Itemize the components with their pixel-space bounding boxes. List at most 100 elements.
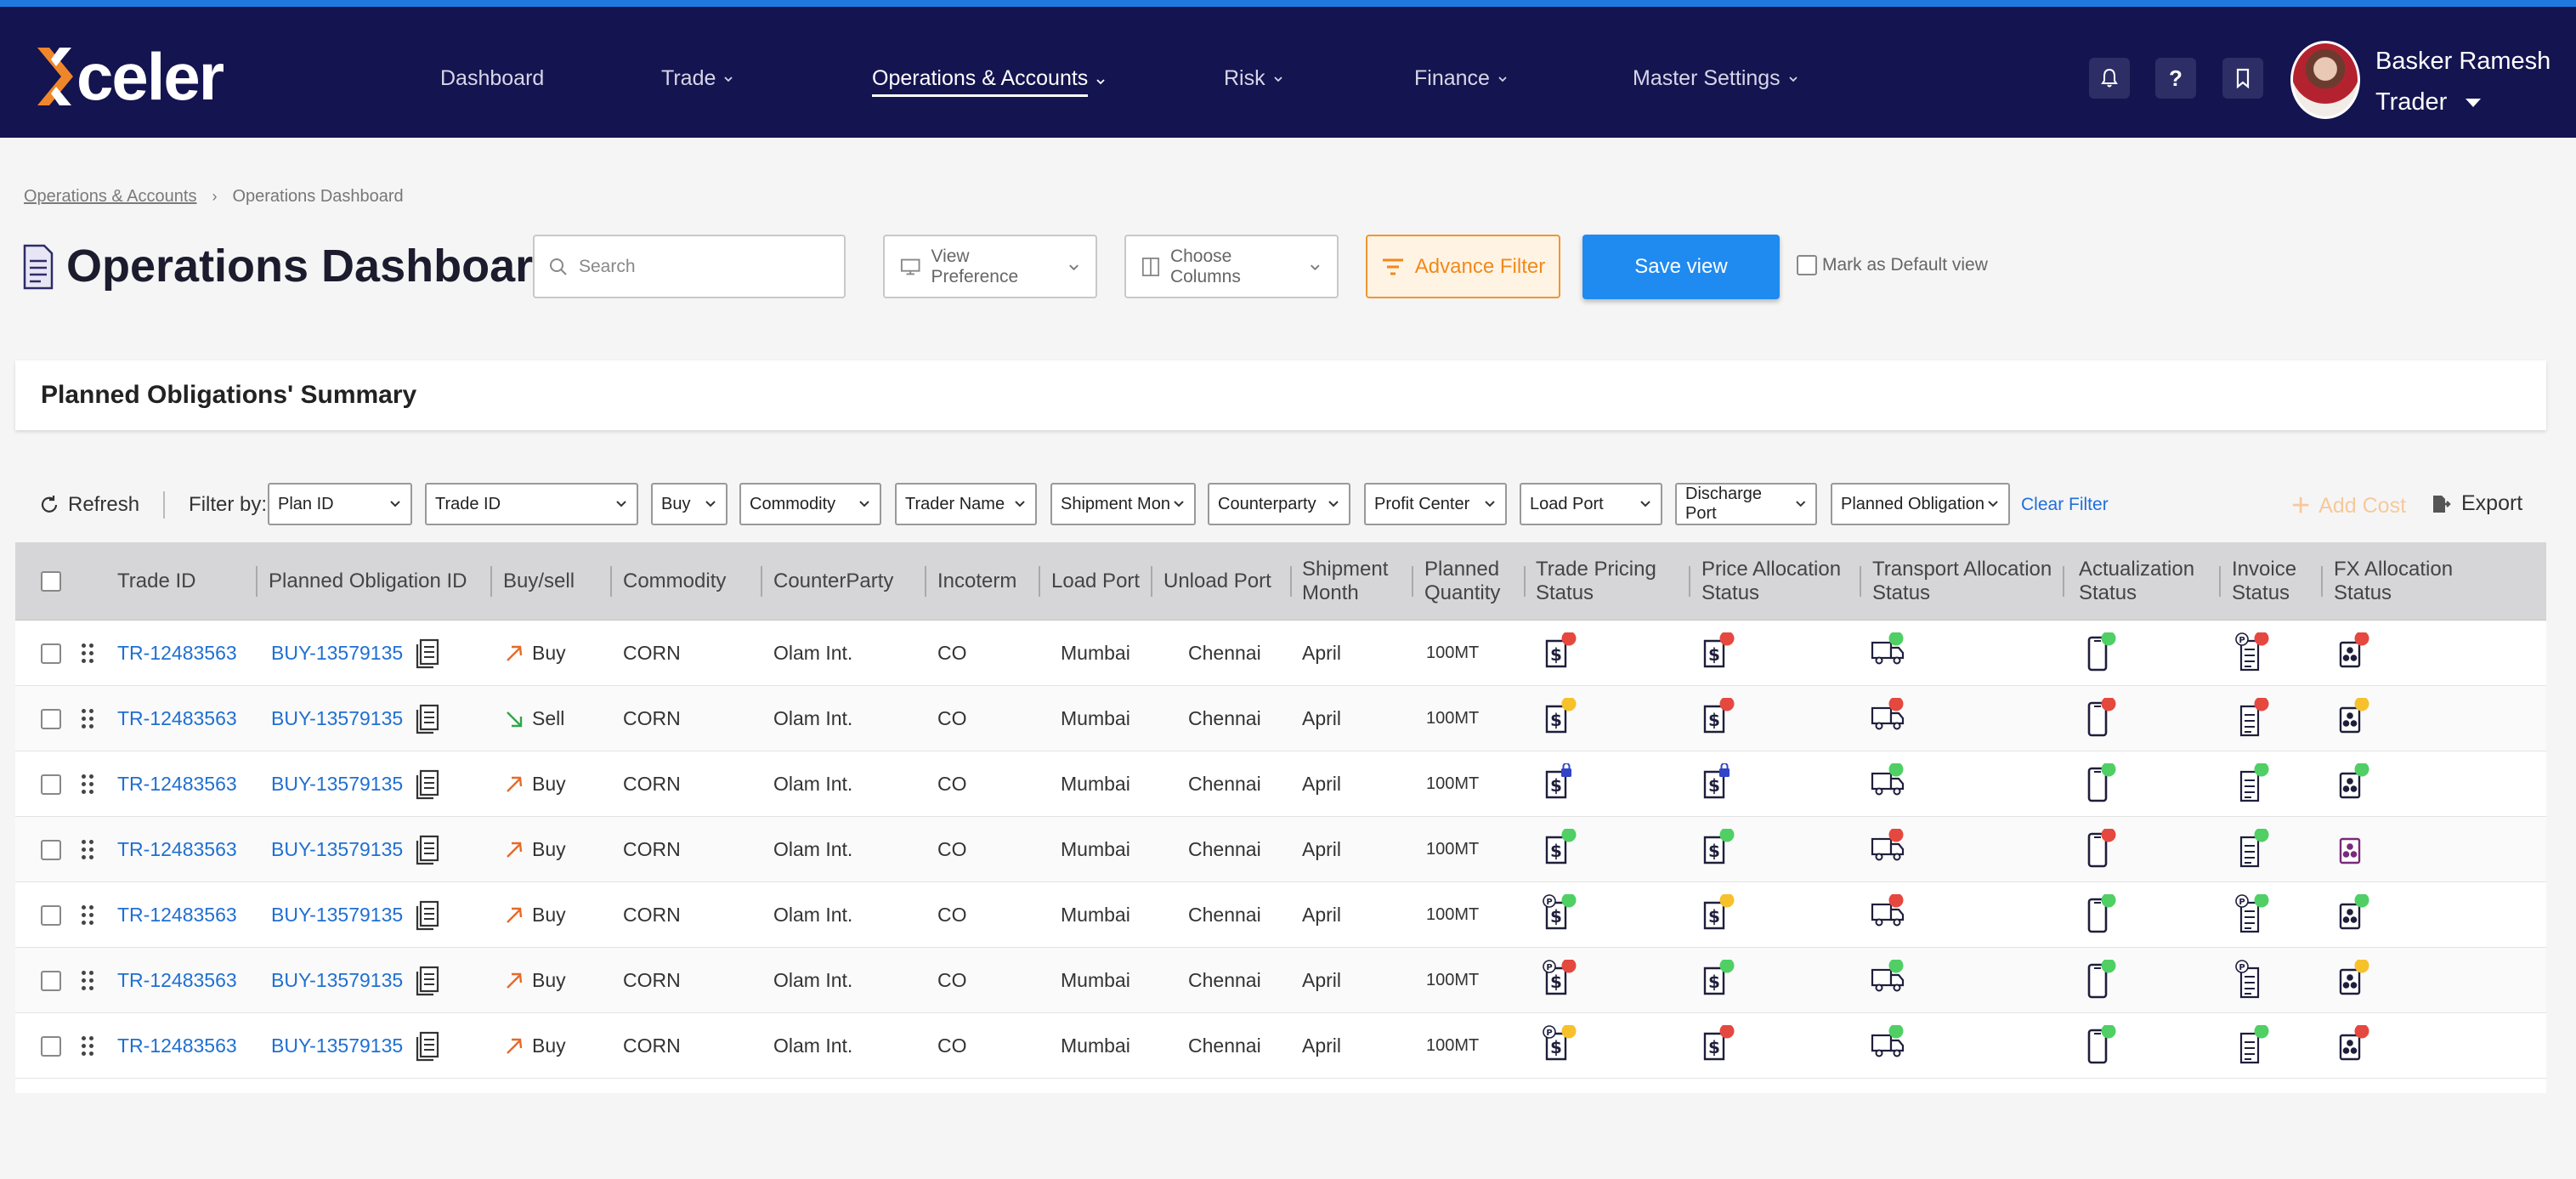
refresh-button[interactable]: Refresh	[39, 493, 139, 517]
po-id-link[interactable]: BUY-13579135	[271, 707, 403, 730]
filter-trade-id[interactable]: Trade ID	[425, 483, 638, 525]
row-checkbox[interactable]	[41, 970, 61, 991]
avatar[interactable]	[2290, 41, 2360, 119]
nav-operations-accounts-item[interactable]: Operations & Accounts	[872, 66, 1107, 97]
bookmark-button[interactable]	[2222, 58, 2263, 99]
invoice-status-icon[interactable]	[2235, 828, 2273, 871]
document-icon[interactable]	[415, 638, 440, 669]
dollar-status-icon[interactable]: $	[1701, 893, 1738, 937]
drag-handle[interactable]	[82, 817, 93, 882]
nav-dashboard[interactable]: Dashboard	[440, 66, 661, 91]
table-row[interactable]: TR-12483563 BUY-13579135 Buy CORN Olam I…	[15, 1013, 2546, 1079]
drag-handle[interactable]	[82, 948, 93, 1013]
header-load-port[interactable]: Load Port	[1051, 542, 1140, 621]
fx-status-icon[interactable]	[2335, 959, 2373, 1002]
dollar-status-icon[interactable]: $P	[1543, 1024, 1580, 1068]
export-button[interactable]: Export	[2431, 491, 2522, 516]
document-icon[interactable]	[415, 835, 440, 865]
table-row[interactable]: TR-12483563 BUY-13579135 Sell CORN Olam …	[15, 686, 2546, 751]
breadcrumb-parent-link[interactable]: Operations & Accounts	[24, 187, 196, 207]
trade-id-link[interactable]: TR-12483563	[117, 1034, 237, 1057]
dollar-status-icon[interactable]: $	[1701, 697, 1738, 740]
nav-finance[interactable]: Finance	[1414, 66, 1509, 91]
dollar-status-icon[interactable]: $P	[1543, 893, 1580, 937]
filter-planned-obligation[interactable]: Planned Obligation	[1831, 483, 2010, 525]
add-cost-button[interactable]: + Add Cost	[2291, 490, 2406, 522]
table-row[interactable]: TR-12483563 BUY-13579135 Buy CORN Olam I…	[15, 948, 2546, 1013]
dollar-status-icon[interactable]: $	[1701, 828, 1738, 871]
help-button[interactable]: ?	[2155, 58, 2196, 99]
select-all-checkbox[interactable]	[41, 571, 61, 592]
filter-load-port[interactable]: Load Port	[1520, 483, 1662, 525]
invoice-status-icon[interactable]: P	[2235, 893, 2273, 937]
fx-status-icon[interactable]	[2335, 1024, 2373, 1068]
dollar-status-icon[interactable]: $	[1701, 632, 1738, 675]
header-trade-pricing-status[interactable]: Trade Pricing Status	[1536, 542, 1656, 621]
fx-status-icon[interactable]	[2335, 632, 2373, 675]
fx-status-icon[interactable]	[2335, 893, 2373, 937]
nav-risk[interactable]: Risk	[1224, 66, 1284, 91]
trade-id-link[interactable]: TR-12483563	[117, 904, 237, 927]
header-actualization-status[interactable]: Actualization Status	[2079, 542, 2194, 621]
document-icon[interactable]	[415, 769, 440, 800]
phone-status-icon[interactable]	[2082, 959, 2120, 1002]
po-id-link[interactable]: BUY-13579135	[271, 969, 403, 992]
row-checkbox[interactable]	[41, 708, 61, 729]
header-unload-port[interactable]: Unload Port	[1163, 542, 1271, 621]
phone-status-icon[interactable]	[2082, 1024, 2120, 1068]
table-row[interactable]: TR-12483563 BUY-13579135 Buy CORN Olam I…	[15, 751, 2546, 817]
invoice-status-icon[interactable]	[2235, 762, 2273, 806]
phone-status-icon[interactable]	[2082, 828, 2120, 871]
invoice-status-icon[interactable]	[2235, 1024, 2273, 1068]
truck-status-icon[interactable]	[1870, 959, 1907, 1002]
dollar-status-icon[interactable]: $	[1543, 632, 1580, 675]
invoice-status-icon[interactable]: P	[2235, 632, 2273, 675]
advance-filter-button[interactable]: Advance Filter	[1366, 235, 1560, 298]
fx-status-icon[interactable]	[2335, 697, 2373, 740]
dollar-status-icon[interactable]: $	[1701, 1024, 1738, 1068]
clear-filter-link[interactable]: Clear Filter	[2021, 495, 2109, 515]
dollar-status-icon[interactable]: $	[1701, 959, 1738, 1002]
mark-default-view[interactable]: Mark as Default view	[1797, 255, 1988, 275]
dollar-status-icon[interactable]: $	[1701, 762, 1738, 806]
truck-status-icon[interactable]	[1870, 697, 1907, 740]
save-view-button[interactable]: Save view	[1582, 235, 1780, 299]
search-box[interactable]	[533, 235, 846, 298]
header-transport-allocation-status[interactable]: Transport Allocation Status	[1872, 542, 2052, 621]
po-id-link[interactable]: BUY-13579135	[271, 1034, 403, 1057]
table-row[interactable]: TR-12483563 BUY-13579135 Buy CORN Olam I…	[15, 882, 2546, 948]
drag-handle[interactable]	[82, 686, 93, 751]
truck-status-icon[interactable]	[1870, 762, 1907, 806]
phone-status-icon[interactable]	[2082, 697, 2120, 740]
filter-shipment-month[interactable]: Shipment Mon	[1050, 483, 1196, 525]
truck-status-icon[interactable]	[1870, 893, 1907, 937]
trade-id-link[interactable]: TR-12483563	[117, 969, 237, 992]
phone-status-icon[interactable]	[2082, 632, 2120, 675]
invoice-status-icon[interactable]: P	[2235, 959, 2273, 1002]
trade-id-link[interactable]: TR-12483563	[117, 773, 237, 796]
filter-trader-name[interactable]: Trader Name	[895, 483, 1037, 525]
row-checkbox[interactable]	[41, 839, 61, 860]
document-icon[interactable]	[415, 1031, 440, 1062]
phone-status-icon[interactable]	[2082, 762, 2120, 806]
user-role-dropdown[interactable]: Trader	[2375, 88, 2482, 116]
filter-counterparty[interactable]: Counterparty	[1208, 483, 1350, 525]
table-row[interactable]: TR-12483563 BUY-13579135 Buy CORN Olam I…	[15, 817, 2546, 882]
po-id-link[interactable]: BUY-13579135	[271, 773, 403, 796]
document-icon[interactable]	[415, 900, 440, 931]
filter-discharge-port[interactable]: Discharge Port	[1675, 483, 1817, 525]
filter-plan-id[interactable]: Plan ID	[268, 483, 412, 525]
notifications-button[interactable]	[2089, 58, 2130, 99]
truck-status-icon[interactable]	[1870, 828, 1907, 871]
trade-id-link[interactable]: TR-12483563	[117, 707, 237, 730]
dollar-status-icon[interactable]: $	[1543, 762, 1580, 806]
po-id-link[interactable]: BUY-13579135	[271, 904, 403, 927]
header-commodity[interactable]: Commodity	[623, 542, 726, 621]
header-trade-id[interactable]: Trade ID	[117, 542, 195, 621]
fx-status-icon[interactable]	[2335, 829, 2373, 871]
header-invoice-status[interactable]: Invoice Status	[2232, 542, 2296, 621]
fx-status-icon[interactable]	[2335, 762, 2373, 806]
nav-trade[interactable]: Trade	[661, 66, 863, 91]
header-counterparty[interactable]: CounterParty	[773, 542, 893, 621]
trade-id-link[interactable]: TR-12483563	[117, 642, 237, 665]
